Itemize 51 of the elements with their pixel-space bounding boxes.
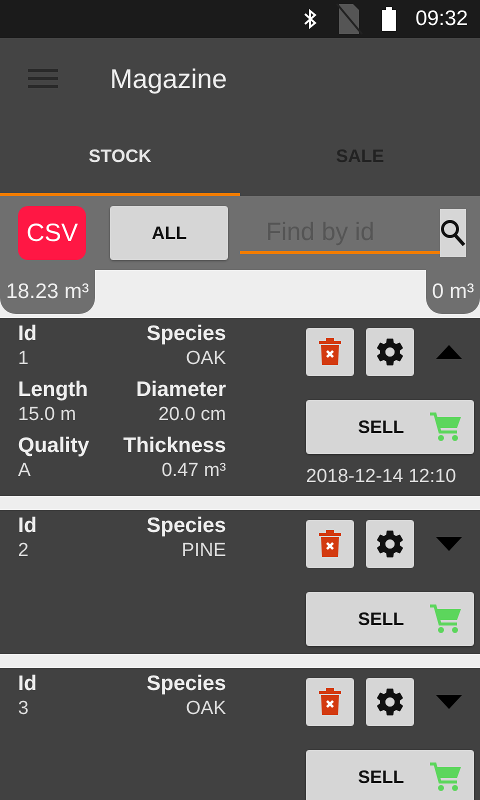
filter-button[interactable]: ALL — [110, 206, 228, 260]
delete-button[interactable] — [306, 678, 354, 726]
trash-icon — [319, 338, 341, 366]
cart-icon — [430, 604, 462, 634]
gear-icon — [374, 528, 406, 560]
clock-time: 09:32 — [415, 7, 468, 31]
settings-button[interactable] — [366, 520, 414, 568]
field-value: PINE — [180, 540, 226, 562]
field-label: Diameter — [135, 378, 226, 402]
app-title: Magazine — [110, 64, 228, 94]
cart-icon — [430, 762, 462, 792]
sell-button[interactable]: SELL — [306, 400, 474, 454]
gear-icon — [374, 336, 406, 368]
field-label: Id — [18, 322, 38, 346]
delete-button[interactable] — [306, 520, 354, 568]
trash-icon — [319, 530, 341, 558]
field-label: Id — [18, 514, 37, 538]
field-value: 2 — [18, 540, 30, 562]
field-value: OAK — [184, 698, 226, 720]
sell-button[interactable]: SELL — [306, 592, 474, 646]
field-value: 15.0 m — [18, 404, 78, 426]
field-label: Id — [18, 672, 37, 696]
bluetooth-icon — [303, 8, 318, 30]
settings-button[interactable] — [366, 678, 414, 726]
delete-button[interactable] — [306, 328, 354, 376]
sell-button[interactable]: SELL — [306, 750, 474, 800]
field-value: 3 — [18, 698, 30, 720]
field-value: 0.47 m³ — [160, 460, 226, 482]
search-button[interactable] — [440, 209, 466, 257]
field-value: 1 — [18, 348, 30, 370]
field-label: Thickness — [122, 434, 226, 458]
csv-button[interactable]: CSV — [18, 206, 86, 260]
field-label: Species — [146, 514, 226, 538]
expand-icon[interactable] — [436, 695, 462, 709]
total-volume: 18.23 m³ — [0, 270, 95, 314]
field-value: OAK — [184, 348, 226, 370]
field-label: Species — [146, 322, 226, 346]
field-value: A — [18, 460, 32, 482]
expand-icon[interactable] — [436, 537, 462, 551]
item-date: 2018-12-14 12:10 — [306, 466, 456, 488]
field-label: Length — [18, 378, 89, 402]
total-volume: 0 m³ — [426, 270, 480, 314]
trash-icon — [319, 688, 341, 716]
battery-icon — [381, 7, 398, 31]
gear-icon — [374, 686, 406, 718]
field-label: Quality — [18, 434, 90, 458]
cart-icon — [430, 412, 462, 442]
field-value: 20.0 cm — [157, 404, 226, 426]
collapse-icon[interactable] — [436, 345, 462, 359]
settings-button[interactable] — [366, 328, 414, 376]
field-label: Species — [146, 672, 226, 696]
